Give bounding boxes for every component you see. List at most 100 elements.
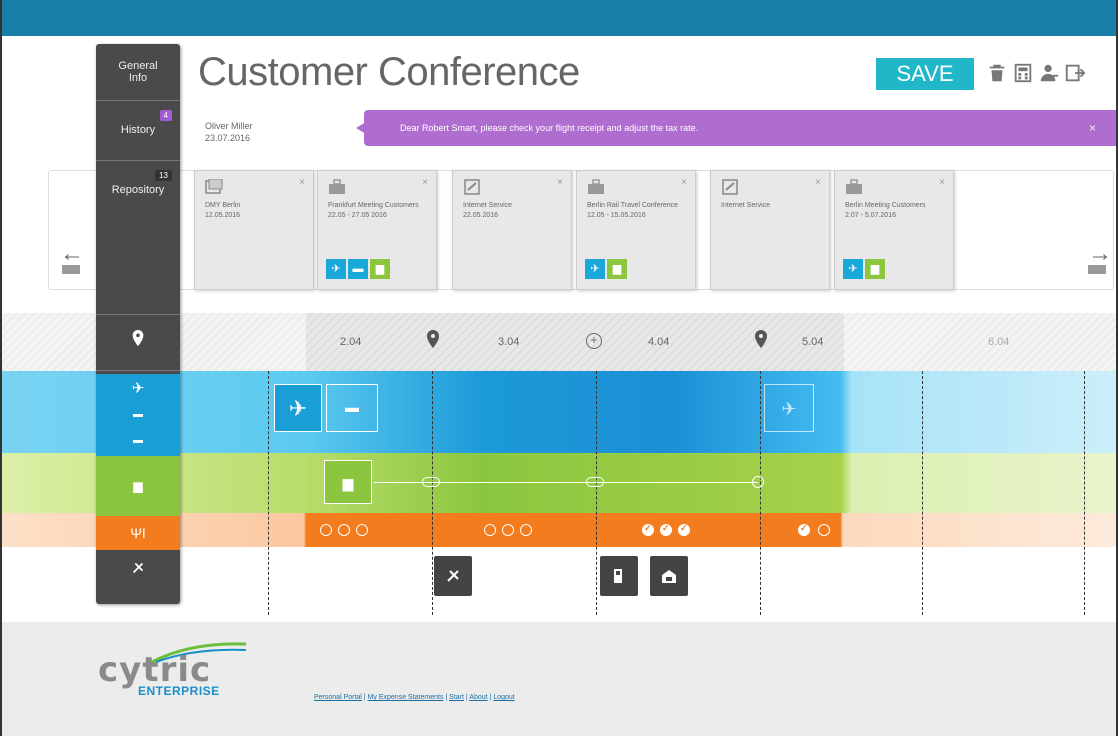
briefcase-icon [845, 179, 863, 195]
meal-dot[interactable] [356, 524, 368, 536]
user-name: Oliver Miller [205, 121, 253, 131]
briefcase-icon [587, 179, 605, 195]
footer-links: Personal Portal | My Expense Statements … [314, 694, 515, 701]
rail-history[interactable]: History [96, 124, 180, 136]
date-label: 6.04 [988, 336, 1010, 348]
receipt-icon [96, 560, 180, 580]
briefcase-icon [328, 179, 346, 195]
prev-count-badge [62, 265, 80, 274]
meal-dot[interactable] [338, 524, 350, 536]
card-text: DMY Berlin 12.05.2016 [205, 202, 241, 219]
page-title: Customer Conference [198, 50, 580, 94]
calculator-icon[interactable] [1012, 62, 1034, 84]
rail-repository[interactable]: Repository [96, 184, 180, 196]
rail-divider [96, 314, 180, 315]
plane-icon: ✈ [131, 380, 145, 397]
rail-general-info[interactable]: General Info [96, 60, 180, 84]
card-close-button[interactable]: × [299, 177, 305, 188]
meal-dot[interactable] [320, 524, 332, 536]
plane-icon: ✈ [585, 259, 605, 279]
next-arrow-button[interactable]: → [1088, 240, 1112, 268]
hotel-icon: ▆ [96, 456, 180, 516]
flight-segment[interactable]: ✈ [274, 384, 322, 432]
top-bar [2, 0, 1116, 36]
receipt-icon [205, 178, 223, 195]
footer-link-start[interactable]: Start [449, 694, 464, 701]
card-text: Berlin Rail Travel Conference 12.05 - 15.… [587, 202, 679, 219]
repository-badge: 13 [155, 170, 172, 181]
notification-banner: Dear Robert Smart, please check your fli… [356, 110, 1116, 146]
location-pin-icon[interactable] [754, 330, 768, 348]
rail-divider [96, 160, 180, 161]
day-divider [596, 371, 597, 615]
trip-card[interactable]: × Internet Service [710, 170, 830, 290]
user-icon[interactable] [1038, 62, 1060, 84]
car-segment[interactable]: ▬ [326, 384, 378, 432]
card-close-button[interactable]: × [939, 177, 945, 188]
meal-dot[interactable] [520, 524, 532, 536]
day-divider [268, 371, 269, 615]
link-icon [586, 477, 604, 487]
day-divider [432, 371, 433, 615]
meal-dot[interactable] [502, 524, 514, 536]
card-text: Internet Service 22.05.2016 [463, 202, 513, 219]
add-location-button[interactable]: + [586, 333, 602, 349]
footer-link-about[interactable]: About [469, 694, 487, 701]
rail-divider [96, 370, 180, 371]
trash-icon[interactable] [986, 62, 1008, 84]
trip-card[interactable]: × Internet Service 22.05.2016 [452, 170, 572, 290]
date-label: 2.04 [340, 336, 362, 348]
hotel-icon: ▆ [865, 259, 885, 279]
footer-link-expense-statements[interactable]: My Expense Statements [368, 694, 444, 701]
trip-card[interactable]: × Berlin Rail Travel Conference 12.05 - 1… [576, 170, 696, 290]
card-tags: ✈ ▬ ▆ [326, 259, 392, 281]
receipt-icon [463, 179, 481, 195]
card-tags: ✈ ▆ [843, 259, 887, 281]
parking-button[interactable] [650, 556, 688, 596]
logo-subtitle: ENTERPRISE [138, 684, 220, 698]
trip-card[interactable]: × Frankfurt Meeting Customers 22.05 - 27.… [317, 170, 437, 290]
hotel-icon: ▆ [607, 259, 627, 279]
card-close-button[interactable]: × [422, 177, 428, 188]
prev-arrow-button[interactable]: ← [60, 240, 84, 268]
app-root: Customer Conference SAVE Oliver Miller 2… [0, 0, 1118, 736]
card-text: Internet Service [721, 202, 771, 209]
plane-icon: ✈ [843, 259, 863, 279]
fuel-button[interactable] [600, 556, 638, 596]
next-count-badge [1088, 265, 1106, 274]
trip-card[interactable]: × Berlin Meeting Customers 2.07 - 5.07.20… [834, 170, 954, 290]
card-text: Frankfurt Meeting Customers 22.05 - 27.05… [328, 202, 419, 219]
car-icon: ▬ [133, 435, 143, 446]
hotel-end-dot [752, 476, 764, 488]
meals-icon: ΨI [96, 516, 180, 550]
plane-icon: ✈ [326, 259, 346, 279]
hotel-segment[interactable]: ▆ [324, 460, 372, 504]
footer-link-logout[interactable]: Logout [493, 694, 514, 701]
save-button[interactable]: SAVE [876, 58, 974, 90]
receipt-icon [721, 179, 739, 195]
trip-card[interactable]: × DMY Berlin 12.05.2016 [194, 170, 314, 290]
meal-dot[interactable] [818, 524, 830, 536]
notification-close-button[interactable]: × [1089, 110, 1096, 146]
meal-dot-checked[interactable] [678, 523, 690, 536]
location-pin-icon[interactable] [426, 330, 440, 348]
notification-text: Dear Robert Smart, please check your fli… [400, 123, 699, 133]
hotel-icon: ▆ [370, 259, 390, 279]
flight-segment-planned[interactable]: ✈ [764, 384, 814, 432]
card-close-button[interactable]: × [557, 177, 563, 188]
meal-dot[interactable] [484, 524, 496, 536]
history-badge: 4 [159, 110, 172, 121]
receipt-button[interactable] [434, 556, 472, 596]
transport-icons: ✈ ▬ ▬ [96, 374, 180, 456]
card-close-button[interactable]: × [815, 177, 821, 188]
card-close-button[interactable]: × [681, 177, 687, 188]
train-icon: ▬ [133, 409, 143, 420]
footer-link-personal-portal[interactable]: Personal Portal [314, 694, 362, 701]
user-date: 23.07.2016 [205, 133, 251, 143]
logout-icon[interactable] [1064, 62, 1086, 84]
meal-dot-checked[interactable] [642, 523, 654, 536]
date-label: 3.04 [498, 336, 520, 348]
meal-dot-checked[interactable] [798, 523, 810, 536]
meal-dot-checked[interactable] [660, 523, 672, 536]
train-icon: ▬ [348, 259, 368, 279]
